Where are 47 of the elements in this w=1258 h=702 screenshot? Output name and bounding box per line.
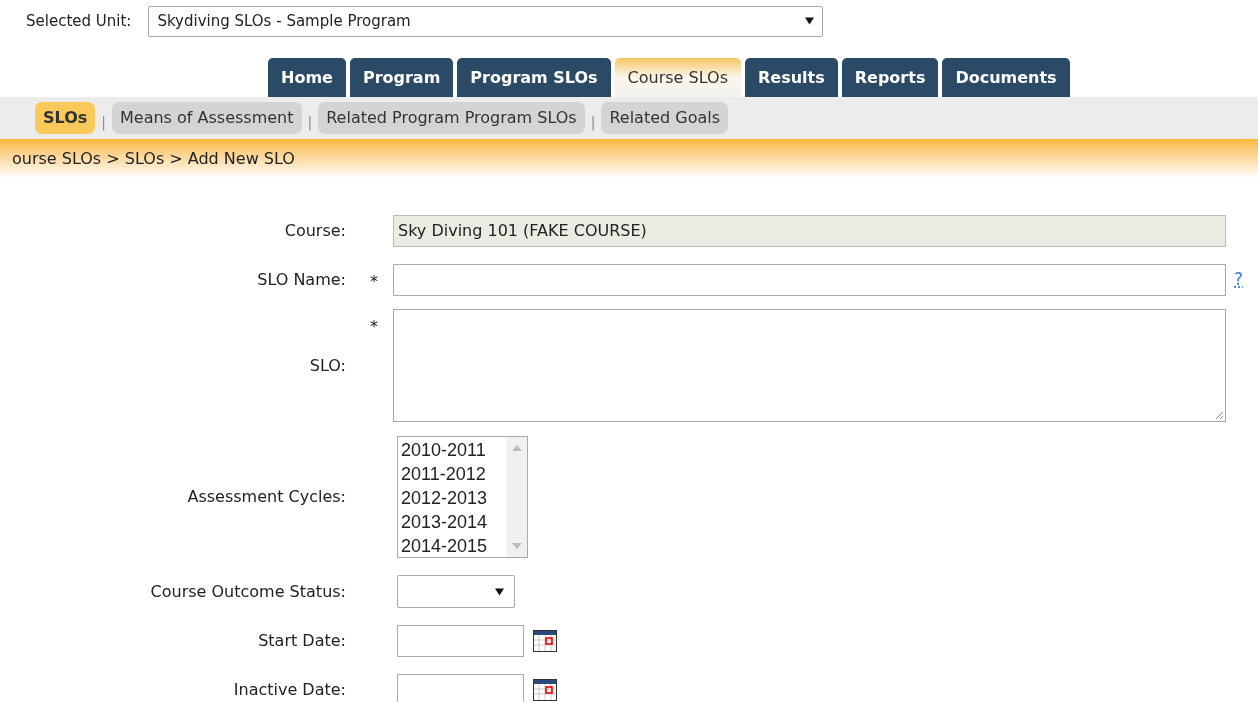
scrollbar[interactable]: [507, 437, 527, 557]
subtab[interactable]: Related Program Program SLOs: [318, 102, 585, 134]
list-option[interactable]: 2014-2015: [401, 534, 507, 558]
nav-tab[interactable]: Reports: [841, 58, 939, 97]
field-label: Course:: [284, 220, 346, 242]
breadcrumb: ourse SLOs > SLOs > Add New SLO: [12, 148, 295, 170]
unit-dropdown[interactable]: Skydiving SLOs - Sample Program: [148, 5, 824, 37]
resize-handle-icon: [1214, 410, 1224, 420]
nav-tab[interactable]: Home: [268, 58, 346, 97]
text-field[interactable]: [393, 264, 1226, 296]
date-field[interactable]: [397, 674, 524, 702]
scroll-down-icon: [512, 543, 522, 549]
date-field[interactable]: [397, 625, 524, 657]
course-field: Sky Diving 101 (FAKE COURSE): [393, 215, 1226, 247]
text-area[interactable]: [393, 309, 1226, 422]
separator: |: [590, 112, 596, 133]
unit-label: Selected Unit:: [26, 10, 132, 32]
list-option[interactable]: 2010-2011: [401, 438, 507, 462]
list-option[interactable]: 2012-2013: [401, 486, 507, 510]
subtab[interactable]: Means of Assessment: [112, 102, 302, 134]
field-label: Start Date:: [258, 630, 346, 652]
field-label: Inactive Date:: [233, 679, 346, 701]
calendar-icon[interactable]: [533, 630, 557, 652]
nav-tab[interactable]: Program: [349, 58, 454, 97]
nav-tab[interactable]: Course SLOs: [614, 58, 741, 97]
nav-tab[interactable]: Documents: [942, 58, 1070, 97]
separator: |: [307, 112, 313, 133]
cycle-listbox[interactable]: 2010-2011 2011-2012 2012-2013 2013-2014 2014-2015: [397, 436, 528, 558]
required-mark: *: [370, 317, 378, 336]
nav-tab[interactable]: Program SLOs: [457, 58, 611, 97]
separator: |: [101, 112, 106, 133]
required-mark: *: [370, 272, 378, 291]
help-link[interactable]: ?: [1234, 267, 1244, 293]
caret-icon: [805, 17, 815, 25]
nav-tab[interactable]: Results: [744, 58, 838, 97]
field-label: SLO:: [309, 354, 346, 377]
caret-icon: [495, 587, 504, 596]
list-option[interactable]: 2011-2012: [401, 462, 507, 486]
calendar-icon[interactable]: [533, 679, 557, 701]
scroll-up-icon: [512, 445, 522, 451]
field-label: SLO Name:: [257, 269, 346, 291]
subtab[interactable]: SLOs: [35, 102, 96, 134]
list-option[interactable]: 2013-2014: [401, 510, 507, 534]
status-dropdown[interactable]: [397, 575, 515, 608]
subtab[interactable]: Related Goals: [601, 102, 729, 134]
field-label: Assessment Cycles:: [187, 486, 346, 508]
field-label: Course Outcome Status:: [150, 580, 346, 603]
